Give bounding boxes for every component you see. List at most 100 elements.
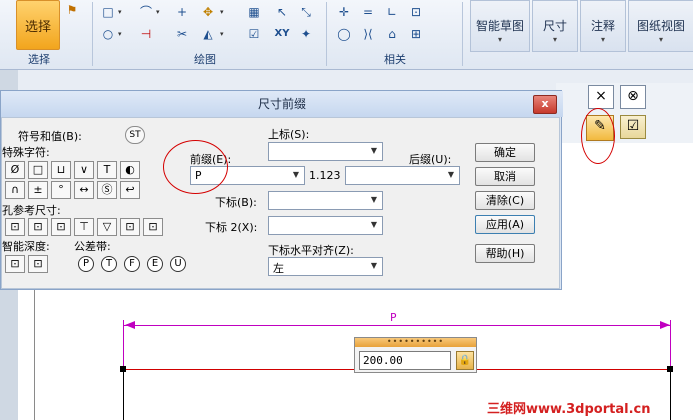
hole-ref-5-icon[interactable]: ▽ [97,218,117,236]
dropdown-arrow-icon[interactable]: ▾ [118,8,124,16]
taper-symbol-button[interactable]: ◐ [120,161,140,179]
close-command-button[interactable]: × [588,85,614,109]
fix-icon[interactable]: ⊡ [408,4,424,20]
break-icon[interactable]: ✂ [174,26,190,42]
subscript-combo[interactable]: ▼ [268,191,383,210]
symbols-label: 符号和值(B): [18,130,82,143]
dropdown-arrow-icon[interactable]: ▾ [156,8,162,16]
sub-align-value: 左 [273,262,284,275]
smart-depth-1-icon[interactable]: ⊡ [5,255,25,273]
dialog-close-button[interactable]: x [533,95,557,114]
extension-line-right [670,320,671,370]
chevron-down-icon: ▼ [370,146,378,155]
degree-symbol-button[interactable]: ° [51,181,71,199]
ok-button[interactable]: 确定 [475,143,535,162]
arc-icon[interactable]: ⌒ [138,4,154,20]
hole-ref-6-icon[interactable]: ⊡ [120,218,140,236]
arc-length-symbol-button[interactable]: ∩ [5,181,25,199]
smart-sketch-label: 智能草图 [475,19,524,33]
cancel-button[interactable]: 取消 [475,167,535,186]
pointer-icon[interactable]: ↖ [274,4,290,20]
select-button[interactable]: 选择 [16,0,60,50]
chevron-down-icon: ▼ [447,170,455,179]
tolerance-p-button[interactable]: P [78,256,94,272]
dropdown-arrow-icon: ▾ [552,35,557,44]
checkbox-icon[interactable]: ☑ [246,26,262,42]
statistical-symbol-button[interactable]: Ⓢ [97,181,117,199]
square-symbol-button[interactable]: □ [28,161,48,179]
superscript-combo[interactable]: ▼ [268,142,383,161]
move-icon[interactable]: ✥ [200,4,216,20]
drawing-view-button[interactable]: 图纸视图 ▾ [628,0,693,52]
watermark: 三维网www.3dportal.cn [487,402,651,417]
countersink-symbol-button[interactable]: ∨ [74,161,94,179]
tangent-icon[interactable]: ◯ [336,26,352,42]
lock-icon[interactable]: 🔒 [456,351,474,370]
hole-ref-7-icon[interactable]: ⊡ [143,218,163,236]
ribbon-separator [462,2,463,66]
dropdown-arrow-icon[interactable]: ▾ [118,30,124,38]
dimension-text[interactable]: P [390,311,397,324]
between-symbol-button[interactable]: ↔ [74,181,94,199]
chevron-down-icon: ▼ [370,220,378,229]
axis-icon[interactable]: + [174,4,190,20]
smart-depth-2-icon[interactable]: ⊡ [28,255,48,273]
clear-button[interactable]: 清除(C) [475,191,535,210]
special-chars-label: 特殊字符: [2,146,50,159]
fill-icon[interactable]: ▦ [246,4,262,20]
dropdown-arrow-icon[interactable]: ▾ [220,30,226,38]
subscript2-combo[interactable]: ▼ [268,216,383,235]
plus-minus-symbol-button[interactable]: ± [28,181,48,199]
resize-icon[interactable]: ⤡ [298,4,314,20]
circle-icon[interactable]: ○ [100,26,116,42]
annotation-ellipse-toolbar [581,108,615,164]
mirror-icon[interactable]: ◭ [200,26,216,42]
collinear-icon[interactable]: ⊞ [408,26,424,42]
annotation-label: 注释 [590,19,615,33]
dialog-title[interactable]: 尺寸前缀 [1,91,563,117]
diameter-symbol-button[interactable]: Ø [5,161,25,179]
suffix-combo[interactable]: ▼ [345,166,460,185]
lock-icon[interactable]: ⌂ [384,26,400,42]
flag-icon[interactable]: ⚑ [64,2,80,18]
hole-ref-3-icon[interactable]: ⊡ [51,218,71,236]
depth-symbol-button[interactable]: T [97,161,117,179]
editor-grip[interactable]: •••••••••• [355,338,476,347]
sub-align-combo[interactable]: 左 ▼ [268,257,383,276]
hole-ref-2-icon[interactable]: ⊡ [28,218,48,236]
dimension-value-input[interactable]: 200.00 [359,351,451,370]
cancel-command-button[interactable]: ⊗ [620,85,646,109]
hole-ref-1-icon[interactable]: ⊡ [5,218,25,236]
help-button[interactable]: 帮助(H) [475,244,535,263]
return-symbol-button[interactable]: ↩ [120,181,140,199]
dropdown-arrow-icon: ▾ [658,35,663,44]
rectangle-icon[interactable]: □ [100,4,116,20]
dropdown-arrow-icon[interactable]: ▾ [220,8,226,16]
symbol-value-button[interactable]: ST [125,126,145,144]
extension-line-left [123,320,124,370]
connect-icon[interactable]: ✛ [336,4,352,20]
symmetric-icon[interactable]: ⟩⟨ [360,26,376,42]
subscript2-label: 下标 2(X): [205,221,258,234]
tolerance-e-button[interactable]: E [147,256,163,272]
tolerance-u-button[interactable]: U [170,256,186,272]
perpendicular-icon[interactable]: ∟ [384,4,400,20]
tolerance-t-button[interactable]: T [101,256,117,272]
select-button-label: 选择 [24,20,51,35]
trim-icon[interactable]: ⊣ [138,26,154,42]
xy-button[interactable]: XY [272,26,292,42]
apply-button[interactable]: 应用(A) [475,215,535,234]
equal-icon[interactable]: = [360,4,376,20]
dimension-button[interactable]: 尺寸 ▾ [532,0,578,52]
chevron-down-icon: ▼ [292,170,300,179]
tolerance-f-button[interactable]: F [124,256,140,272]
dimension-label: 尺寸 [542,19,567,33]
counterbore-symbol-button[interactable]: ⊔ [51,161,71,179]
group-label-related: 相关 [384,53,406,66]
dimension-value-editor: •••••••••• 200.00 🔒 [354,337,477,373]
smart-sketch-button[interactable]: 智能草图 ▾ [470,0,530,52]
annotation-button[interactable]: 注释 ▾ [580,0,626,52]
hole-ref-4-icon[interactable]: ⊤ [74,218,94,236]
point-icon[interactable]: ✦ [298,26,314,42]
check-format-icon[interactable]: ☑ [620,115,646,139]
